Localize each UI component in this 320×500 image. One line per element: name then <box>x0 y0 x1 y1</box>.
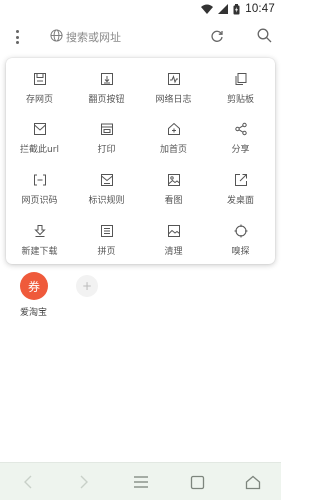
hamburger-icon <box>134 476 148 488</box>
battery-icon <box>233 3 240 14</box>
menu-item-print[interactable]: 打印 <box>73 113 140 161</box>
menu-item-page-turn[interactable]: 翻页按钮 <box>73 63 140 111</box>
search-input[interactable] <box>66 28 186 46</box>
menu-item-mark-rules[interactable]: 标识规则 <box>73 164 140 212</box>
tabs-button[interactable] <box>187 473 207 491</box>
menu-item-block-url[interactable]: 拦截此url <box>6 113 73 161</box>
status-time: 10:47 <box>245 3 275 15</box>
mark-rules-icon <box>99 172 115 188</box>
menu-item-clean[interactable]: 清理 <box>140 215 207 263</box>
signal-icon <box>218 4 229 14</box>
save-page-icon <box>32 71 48 87</box>
network-log-icon <box>166 71 182 87</box>
block-url-icon <box>32 121 48 137</box>
bottom-nav-bar <box>0 462 281 500</box>
home-button[interactable] <box>243 473 263 491</box>
status-bar: 10:47 <box>0 0 281 18</box>
menu-item-sniff[interactable]: 嗅探 <box>207 215 274 263</box>
taobao-tile-icon[interactable]: 券 <box>20 272 48 300</box>
refresh-icon[interactable] <box>210 29 224 43</box>
view-image-icon <box>166 172 182 188</box>
menu-icon[interactable] <box>10 28 24 46</box>
menu-item-add-home[interactable]: 加首页 <box>140 113 207 161</box>
home-icon <box>245 475 261 489</box>
menu-item-new-download[interactable]: 新建下载 <box>6 215 73 263</box>
menu-item-view-image[interactable]: 看图 <box>140 164 207 212</box>
menu-item-share[interactable]: 分享 <box>207 113 274 161</box>
scan-code-icon <box>32 172 48 188</box>
tools-menu-panel: 存网页 翻页按钮 网络日志 剪贴板 拦截此url 打印 加首页 分享 网页识码 … <box>6 58 275 264</box>
forward-icon <box>80 475 88 489</box>
back-button[interactable] <box>18 473 38 491</box>
send-desktop-icon <box>233 172 249 188</box>
globe-icon <box>50 29 63 42</box>
clean-icon <box>166 223 182 239</box>
menu-item-network-log[interactable]: 网络日志 <box>140 63 207 111</box>
tabs-icon <box>190 475 204 489</box>
add-home-icon <box>166 121 182 137</box>
menu-item-save-page[interactable]: 存网页 <box>6 63 73 111</box>
sniff-icon <box>233 223 249 239</box>
wifi-icon <box>201 4 214 14</box>
clipboard-icon <box>233 71 249 87</box>
print-icon <box>99 121 115 137</box>
menu-item-send-desktop[interactable]: 发桌面 <box>207 164 274 212</box>
page-turn-icon <box>99 71 115 87</box>
browser-toolbar <box>0 18 281 56</box>
share-icon <box>233 121 249 137</box>
add-shortcut-button[interactable]: + <box>76 275 98 297</box>
search-icon[interactable] <box>257 28 272 43</box>
menu-button[interactable] <box>131 473 151 491</box>
taobao-tile-label: 爱淘宝 <box>20 308 48 318</box>
forward-button[interactable] <box>74 473 94 491</box>
new-download-icon <box>32 223 48 239</box>
menu-item-scan-code[interactable]: 网页识码 <box>6 164 73 212</box>
menu-item-clipboard[interactable]: 剪贴板 <box>207 63 274 111</box>
back-icon <box>24 475 32 489</box>
merge-pages-icon <box>99 223 115 239</box>
menu-item-merge-pages[interactable]: 拼页 <box>73 215 140 263</box>
